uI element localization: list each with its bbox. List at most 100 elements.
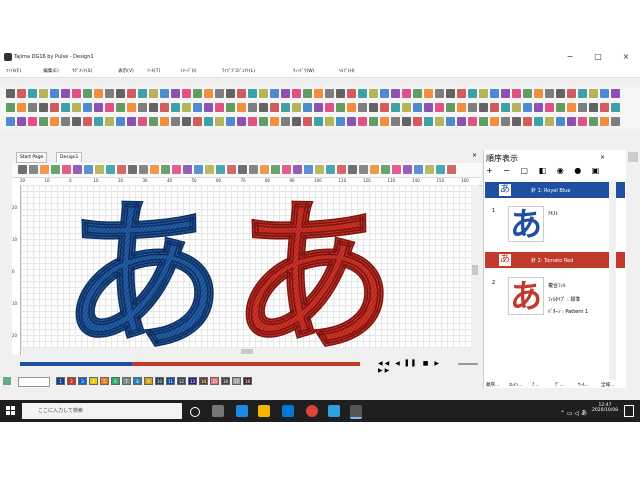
design-tool-icon[interactable] xyxy=(425,165,434,174)
color-swatch[interactable]: 12 xyxy=(177,377,186,385)
design-tool-icon[interactable] xyxy=(150,165,159,174)
panel-close-icon[interactable]: × xyxy=(600,154,605,161)
menu-item-2[interactable]: ｾｸﾞﾒﾝﾄ(S) xyxy=(72,68,92,74)
toolbar-3-tool-icon[interactable] xyxy=(259,117,268,126)
menu-item-3[interactable]: 表示(V) xyxy=(118,68,134,74)
toolbar-3-tool-icon[interactable] xyxy=(457,117,466,126)
toolbar-3-tool-icon[interactable] xyxy=(347,117,356,126)
toolbar-3-tool-icon[interactable] xyxy=(501,117,510,126)
tray-icons[interactable]: ⌃ ▭ ◁ あ xyxy=(560,408,587,417)
color-swatch[interactable]: 2 xyxy=(67,377,76,385)
toolbar-3-tool-icon[interactable] xyxy=(567,117,576,126)
tab-close-icon[interactable]: × xyxy=(472,152,477,159)
menu-item-8[interactable]: ﾍﾙﾌﾟ(H) xyxy=(339,68,355,74)
toolbar-2-tool-icon[interactable] xyxy=(160,103,169,112)
toolbar-3-tool-icon[interactable] xyxy=(105,117,114,126)
design-tool-icon[interactable] xyxy=(106,165,115,174)
toolbar-3-tool-icon[interactable] xyxy=(413,117,422,126)
current-color-box[interactable] xyxy=(18,377,50,387)
toolbar-1-tool-icon[interactable] xyxy=(446,89,455,98)
design-glyph-red[interactable]: あ xyxy=(230,185,397,348)
toolbar-1-tool-icon[interactable] xyxy=(270,89,279,98)
design-tool-icon[interactable] xyxy=(271,165,280,174)
toolbar-2-tool-icon[interactable] xyxy=(39,103,48,112)
menu-item-4[interactable]: ﾂｰﾙ(T) xyxy=(147,68,160,74)
toolbar-3-tool-icon[interactable] xyxy=(578,117,587,126)
toolbar-3-tool-icon[interactable] xyxy=(61,117,70,126)
speed-slider[interactable] xyxy=(458,363,478,365)
toolbar-2-tool-icon[interactable] xyxy=(380,103,389,112)
color-swatch[interactable]: 17 xyxy=(232,377,241,385)
toolbar-3-tool-icon[interactable] xyxy=(39,117,48,126)
toolbar-1-tool-icon[interactable] xyxy=(413,89,422,98)
toolbar-1-tool-icon[interactable] xyxy=(6,89,15,98)
menu-item-5[interactable]: ｲﾒｰｼﾞ(I) xyxy=(180,68,196,74)
toolbar-1-tool-icon[interactable] xyxy=(391,89,400,98)
toolbar-1-tool-icon[interactable] xyxy=(160,89,169,98)
cortana-icon[interactable] xyxy=(190,407,200,417)
close-button[interactable]: × xyxy=(612,50,640,64)
toolbar-1-tool-icon[interactable] xyxy=(402,89,411,98)
design-tool-icon[interactable] xyxy=(315,165,324,174)
toolbar-3-tool-icon[interactable] xyxy=(281,117,290,126)
toolbar-3-tool-icon[interactable] xyxy=(83,117,92,126)
design-glyph-blue[interactable]: あ xyxy=(60,185,227,348)
app-icon[interactable] xyxy=(328,405,340,417)
horizontal-scrollbar[interactable] xyxy=(21,348,471,355)
toolbar-2-tool-icon[interactable] xyxy=(105,103,114,112)
toolbar-1-tool-icon[interactable] xyxy=(105,89,114,98)
toolbar-2-tool-icon[interactable] xyxy=(248,103,257,112)
toolbar-3-tool-icon[interactable] xyxy=(358,117,367,126)
edge-icon[interactable] xyxy=(236,405,248,417)
toolbar-3-tool-icon[interactable] xyxy=(424,117,433,126)
toolbar-2-tool-icon[interactable] xyxy=(479,103,488,112)
toolbar-3-tool-icon[interactable] xyxy=(171,117,180,126)
toolbar-3-tool-icon[interactable] xyxy=(160,117,169,126)
toolbar-1-tool-icon[interactable] xyxy=(314,89,323,98)
toolbar-1-tool-icon[interactable] xyxy=(281,89,290,98)
toolbar-1-tool-icon[interactable] xyxy=(116,89,125,98)
toolbar-1-tool-icon[interactable] xyxy=(347,89,356,98)
design-tool-icon[interactable] xyxy=(84,165,93,174)
stitch-progress-bar[interactable] xyxy=(20,362,360,366)
color-swatch[interactable]: 18 xyxy=(243,377,252,385)
toolbar-3-tool-icon[interactable] xyxy=(336,117,345,126)
toolbar-2-tool-icon[interactable] xyxy=(303,103,312,112)
toolbar-3-tool-icon[interactable] xyxy=(556,117,565,126)
design-tool-icon[interactable] xyxy=(304,165,313,174)
toolbar-3-tool-icon[interactable] xyxy=(468,117,477,126)
toolbar-2-tool-icon[interactable] xyxy=(369,103,378,112)
maximize-button[interactable]: □ xyxy=(584,50,612,64)
toolbar-3-tool-icon[interactable] xyxy=(127,117,136,126)
toolbar-2-tool-icon[interactable] xyxy=(270,103,279,112)
toolbar-1-tool-icon[interactable] xyxy=(424,89,433,98)
design-tool-icon[interactable] xyxy=(447,165,456,174)
tajima-taskbar-icon[interactable] xyxy=(350,405,362,419)
color-swatch[interactable]: 8 xyxy=(133,377,142,385)
vertical-scroll-thumb[interactable] xyxy=(472,265,478,275)
toolbar-1-tool-icon[interactable] xyxy=(292,89,301,98)
toolbar-2-tool-icon[interactable] xyxy=(600,103,609,112)
toolbar-3-tool-icon[interactable] xyxy=(193,117,202,126)
design-tool-icon[interactable] xyxy=(117,165,126,174)
design-tool-icon[interactable] xyxy=(414,165,423,174)
design-tool-icon[interactable] xyxy=(249,165,258,174)
toolbar-3-tool-icon[interactable] xyxy=(534,117,543,126)
toolbar-3-tool-icon[interactable] xyxy=(270,117,279,126)
toolbar-3-tool-icon[interactable] xyxy=(391,117,400,126)
toolbar-2-tool-icon[interactable] xyxy=(127,103,136,112)
toolbar-3-tool-icon[interactable] xyxy=(149,117,158,126)
design-tool-icon[interactable] xyxy=(73,165,82,174)
toolbar-1-tool-icon[interactable] xyxy=(259,89,268,98)
toolbar-3-tool-icon[interactable] xyxy=(237,117,246,126)
toolbar-3-tool-icon[interactable] xyxy=(369,117,378,126)
toolbar-3-tool-icon[interactable] xyxy=(72,117,81,126)
minimize-button[interactable]: − xyxy=(556,50,584,64)
toolbar-1-tool-icon[interactable] xyxy=(94,89,103,98)
design-tool-icon[interactable] xyxy=(392,165,401,174)
toolbar-2-tool-icon[interactable] xyxy=(281,103,290,112)
design-tool-icon[interactable] xyxy=(194,165,203,174)
palette-icon[interactable] xyxy=(3,377,11,385)
design-tool-icon[interactable] xyxy=(205,165,214,174)
chrome-icon[interactable] xyxy=(306,405,318,417)
